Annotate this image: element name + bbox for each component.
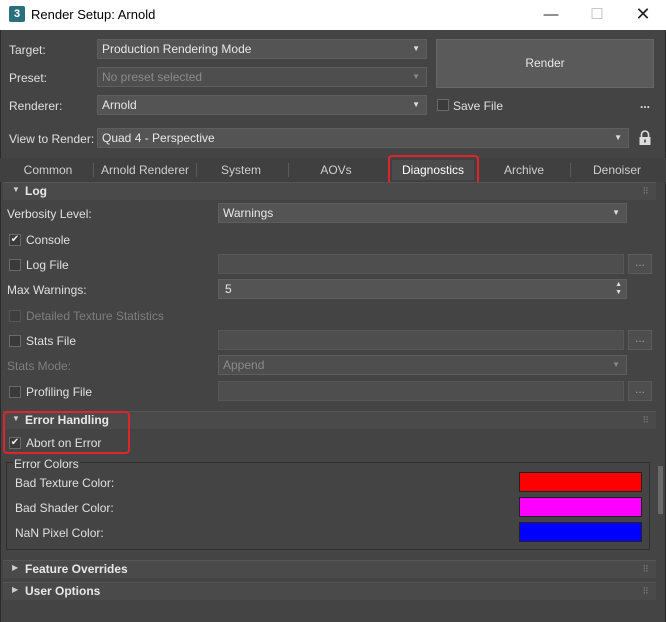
save-file-label: Save File: [453, 99, 504, 113]
console-label: Console: [26, 233, 71, 247]
grip-icon[interactable]: ⠿: [642, 186, 649, 197]
profiling-file-path-field[interactable]: [218, 381, 624, 401]
log-file-label: Log File: [26, 258, 69, 272]
tab-arnold-renderer[interactable]: Arnold Renderer: [96, 160, 194, 180]
verbosity-label: Verbosity Level:: [7, 207, 92, 221]
max-warnings-spinner[interactable]: 5 ▲ ▼: [218, 279, 627, 299]
tab-divider: [196, 163, 197, 177]
chevron-down-icon: ▼: [612, 208, 620, 217]
stats-file-browse-button[interactable]: ...: [628, 330, 652, 350]
expanded-icon: ▼: [12, 185, 20, 194]
bad-texture-color-swatch[interactable]: [519, 472, 642, 492]
grip-icon[interactable]: ⠿: [642, 564, 649, 575]
scrollbar[interactable]: [658, 466, 663, 514]
close-button[interactable]: ✕: [620, 0, 666, 30]
user-options-rollout-header[interactable]: ▶ User Options ⠿: [3, 582, 656, 600]
detailed-texture-label: Detailed Texture Statistics: [26, 309, 164, 323]
render-button[interactable]: Render: [436, 39, 654, 88]
save-file-checkbox[interactable]: [437, 99, 449, 111]
tab-common[interactable]: Common: [6, 160, 90, 180]
stats-mode-label: Stats Mode:: [7, 359, 72, 373]
stats-file-checkbox[interactable]: [9, 335, 21, 347]
grip-icon[interactable]: ⠿: [642, 586, 649, 597]
max-warnings-label: Max Warnings:: [7, 283, 87, 297]
lock-icon[interactable]: [638, 130, 652, 146]
target-dropdown[interactable]: Production Rendering Mode ▼: [97, 39, 427, 59]
preset-label: Preset:: [9, 71, 48, 85]
tab-denoiser[interactable]: Denoiser: [574, 160, 660, 180]
nan-pixel-color-label: NaN Pixel Color:: [15, 526, 104, 540]
feature-overrides-rollout-header[interactable]: ▶ Feature Overrides ⠿: [3, 560, 656, 578]
verbosity-value: Warnings: [223, 206, 274, 220]
preset-value: No preset selected: [102, 70, 203, 84]
detailed-texture-checkbox[interactable]: [9, 310, 21, 322]
tab-system[interactable]: System: [198, 160, 284, 180]
tab-aovs[interactable]: AOVs: [290, 160, 382, 180]
profiling-file-checkbox[interactable]: [9, 386, 21, 398]
preset-dropdown[interactable]: No preset selected ▼: [97, 67, 427, 87]
renderer-value: Arnold: [102, 98, 137, 112]
target-label: Target:: [9, 43, 46, 57]
log-rollout-title: Log: [25, 184, 47, 198]
console-checkbox[interactable]: ✔: [9, 234, 21, 246]
target-value: Production Rendering Mode: [102, 42, 252, 56]
bad-shader-color-swatch[interactable]: [519, 497, 642, 517]
view-to-render-dropdown[interactable]: Quad 4 - Perspective ▼: [97, 128, 629, 148]
stats-mode-dropdown[interactable]: Append ▼: [218, 355, 627, 375]
error-handling-highlight: [3, 411, 130, 454]
tab-archive[interactable]: Archive: [482, 160, 566, 180]
nan-pixel-color-swatch[interactable]: [519, 522, 642, 542]
log-file-browse-button[interactable]: ...: [628, 254, 652, 274]
log-file-checkbox[interactable]: [9, 259, 21, 271]
profiling-file-label: Profiling File: [26, 385, 93, 399]
grip-icon[interactable]: ⠿: [642, 415, 649, 426]
verbosity-dropdown[interactable]: Warnings ▼: [218, 203, 627, 223]
max-warnings-value: 5: [225, 282, 232, 296]
renderer-label: Renderer:: [9, 99, 63, 113]
tab-divider: [288, 163, 289, 177]
chevron-down-icon: ▼: [612, 360, 620, 369]
feature-overrides-rollout-title: Feature Overrides: [25, 562, 128, 576]
tab-diagnostics-highlight: [388, 155, 479, 185]
collapsed-icon: ▶: [12, 563, 19, 572]
chevron-down-icon: ▼: [412, 72, 420, 81]
user-options-rollout-title: User Options: [25, 584, 101, 598]
log-rollout-header[interactable]: ▼ Log ⠿: [3, 182, 656, 200]
tab-divider: [93, 163, 94, 177]
profiling-file-browse-button[interactable]: ...: [628, 381, 652, 401]
spinner-arrows-icon[interactable]: ▲ ▼: [615, 281, 622, 297]
bad-shader-color-label: Bad Shader Color:: [15, 501, 114, 515]
collapsed-icon: ▶: [12, 585, 19, 594]
chevron-down-icon: ▼: [412, 44, 420, 53]
window-title: Render Setup: Arnold: [31, 7, 156, 22]
tab-divider: [570, 163, 571, 177]
log-file-path-field[interactable]: [218, 254, 624, 274]
view-to-render-value: Quad 4 - Perspective: [102, 131, 215, 145]
stats-file-label: Stats File: [26, 334, 77, 348]
error-colors-group-label: Error Colors: [13, 457, 80, 471]
bad-texture-color-label: Bad Texture Color:: [15, 476, 115, 490]
stats-mode-value: Append: [223, 358, 265, 372]
app-icon: 3: [9, 6, 25, 22]
stats-file-path-field[interactable]: [218, 330, 624, 350]
chevron-down-icon: ▼: [412, 100, 420, 109]
view-to-render-label: View to Render:: [9, 132, 95, 146]
minimize-button[interactable]: —: [528, 0, 574, 30]
chevron-down-icon: ▼: [614, 133, 622, 142]
renderer-dropdown[interactable]: Arnold ▼: [97, 95, 427, 115]
more-options-button[interactable]: ...: [640, 97, 650, 111]
maximize-button[interactable]: ☐: [574, 0, 620, 30]
